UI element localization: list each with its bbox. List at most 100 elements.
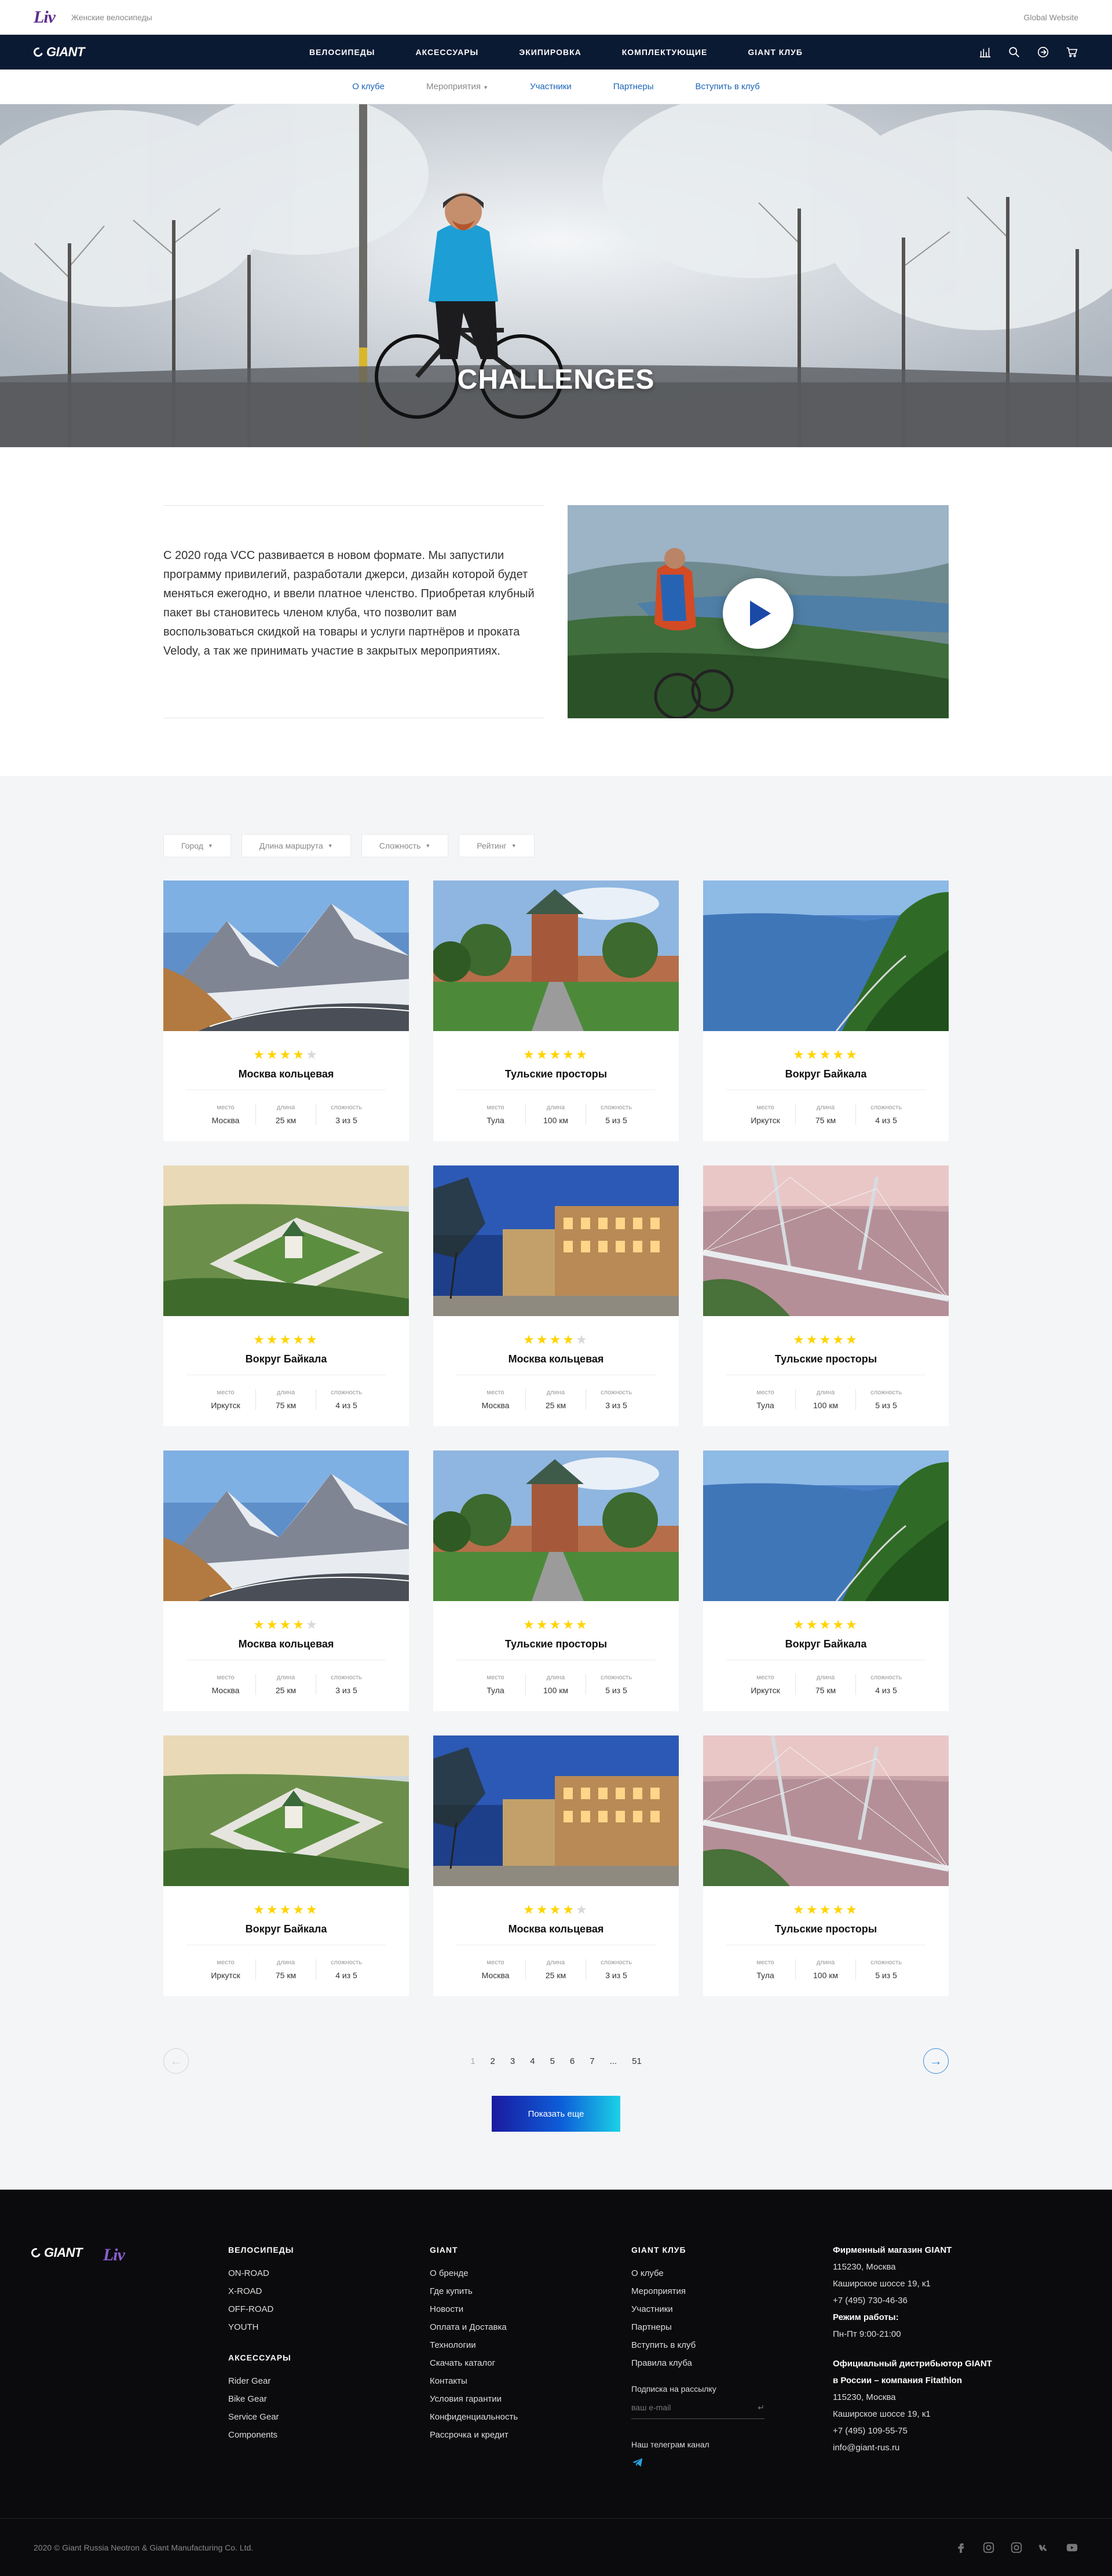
- challenge-image-lake[interactable]: [703, 880, 949, 1031]
- footer-link[interactable]: YOUTH: [228, 2322, 430, 2332]
- store-phone[interactable]: +7 (495) 730-46-36: [833, 2296, 1024, 2305]
- footer-link[interactable]: Мероприятия: [631, 2286, 833, 2296]
- instagram-icon[interactable]: [982, 2541, 995, 2554]
- telegram-icon[interactable]: [631, 2456, 833, 2472]
- footer-link[interactable]: OFF-ROAD: [228, 2304, 430, 2314]
- nav-item-equipment[interactable]: ЭКИПИРОВКА: [519, 47, 581, 57]
- nav-item-accessories[interactable]: АКСЕССУАРЫ: [415, 47, 478, 57]
- challenge-card[interactable]: ★★★★★ Тульские просторы место Тула длина 100 …: [433, 1450, 679, 1711]
- challenge-card[interactable]: ★★★★★ Москва кольцевая место Москва длина 25 …: [163, 880, 409, 1141]
- challenge-title[interactable]: Вокруг Байкала: [703, 1068, 949, 1080]
- email-field[interactable]: ваш e-mail ↵: [631, 2403, 765, 2419]
- page-number[interactable]: 5: [550, 2056, 555, 2066]
- footer-link[interactable]: Скачать каталог: [430, 2358, 631, 2368]
- page-number[interactable]: 2: [491, 2056, 495, 2066]
- challenge-image-city[interactable]: [433, 1735, 679, 1886]
- challenge-title[interactable]: Тульские просторы: [703, 1923, 949, 1935]
- footer-link[interactable]: Условия гарантии: [430, 2394, 631, 2404]
- giant-logo[interactable]: GIANT: [32, 45, 85, 60]
- filter-length[interactable]: Длина маршрута ▼: [241, 834, 351, 857]
- challenge-title[interactable]: Тульские просторы: [433, 1068, 679, 1080]
- footer-link[interactable]: ON-ROAD: [228, 2268, 430, 2278]
- page-number[interactable]: 1: [470, 2056, 475, 2066]
- footer-link[interactable]: Рассрочка и кредит: [430, 2430, 631, 2440]
- challenge-card[interactable]: ★★★★★ Вокруг Байкала место Иркутск длина 75 к…: [703, 880, 949, 1141]
- cart-icon[interactable]: [1066, 46, 1078, 59]
- footer-link[interactable]: Контакты: [430, 2376, 631, 2386]
- challenge-image-kremlin[interactable]: [433, 880, 679, 1031]
- challenge-title[interactable]: Тульские просторы: [703, 1353, 949, 1365]
- enter-icon[interactable]: ↵: [758, 2403, 765, 2413]
- instagram-liv-icon[interactable]: [1010, 2541, 1023, 2554]
- distributor-email[interactable]: info@giant-rus.ru: [833, 2443, 1024, 2453]
- next-page-button[interactable]: →: [923, 2048, 949, 2074]
- filter-rating[interactable]: Рейтинг ▼: [459, 834, 535, 857]
- page-number[interactable]: 6: [570, 2056, 575, 2066]
- women-bikes-link[interactable]: Женские велосипеды: [71, 13, 152, 22]
- prev-page-button[interactable]: ←: [163, 2048, 189, 2074]
- challenge-title[interactable]: Вокруг Байкала: [163, 1353, 409, 1365]
- page-number[interactable]: 7: [590, 2056, 594, 2066]
- footer-link[interactable]: Оплата и Доставка: [430, 2322, 631, 2332]
- footer-liv-logo[interactable]: Liv: [103, 2245, 125, 2265]
- challenge-image-city[interactable]: [433, 1165, 679, 1316]
- challenge-title[interactable]: Москва кольцевая: [163, 1638, 409, 1650]
- challenge-card[interactable]: ★★★★★ Москва кольцевая место Москва длина 25 …: [433, 1165, 679, 1426]
- challenge-card[interactable]: ★★★★★ Вокруг Байкала место Иркутск длина 75 к…: [163, 1735, 409, 1996]
- challenge-image-kremlin[interactable]: [433, 1450, 679, 1601]
- page-number[interactable]: 4: [530, 2056, 535, 2066]
- play-button[interactable]: [723, 578, 793, 649]
- challenge-card[interactable]: ★★★★★ Тульские просторы место Тула длина 100 …: [433, 880, 679, 1141]
- subnav-partners[interactable]: Партнеры: [613, 82, 654, 92]
- footer-link[interactable]: Bike Gear: [228, 2394, 430, 2404]
- challenge-image-bridge[interactable]: [703, 1735, 949, 1886]
- footer-giant-logo[interactable]: GIANT: [30, 2245, 82, 2260]
- subnav-about[interactable]: О клубе: [352, 82, 385, 92]
- challenge-card[interactable]: ★★★★★ Вокруг Байкала место Иркутск длина 75 к…: [163, 1165, 409, 1426]
- footer-link[interactable]: Rider Gear: [228, 2376, 430, 2386]
- challenge-image-lake[interactable]: [703, 1450, 949, 1601]
- footer-link[interactable]: Components: [228, 2430, 430, 2440]
- page-number[interactable]: 51: [632, 2056, 642, 2066]
- footer-link[interactable]: Технологии: [430, 2340, 631, 2350]
- vk-icon[interactable]: [1038, 2541, 1051, 2554]
- footer-link[interactable]: Новости: [430, 2304, 631, 2314]
- footer-link[interactable]: Партнеры: [631, 2322, 833, 2332]
- challenge-title[interactable]: Москва кольцевая: [433, 1923, 679, 1935]
- nav-item-bikes[interactable]: ВЕЛОСИПЕДЫ: [309, 47, 375, 57]
- liv-logo[interactable]: Liv: [34, 8, 56, 27]
- subnav-events[interactable]: Мероприятия ▼: [426, 82, 488, 92]
- challenge-image-bridge[interactable]: [703, 1165, 949, 1316]
- footer-link[interactable]: Вступить в клуб: [631, 2340, 833, 2350]
- challenge-card[interactable]: ★★★★★ Вокруг Байкала место Иркутск длина 75 к…: [703, 1450, 949, 1711]
- nav-item-club[interactable]: GIANT КЛУБ: [748, 47, 803, 57]
- global-website-link[interactable]: Global Website: [1023, 13, 1078, 22]
- challenge-card[interactable]: ★★★★★ Тульские просторы место Тула длина 100 …: [703, 1165, 949, 1426]
- footer-link[interactable]: X-ROAD: [228, 2286, 430, 2296]
- challenge-title[interactable]: Москва кольцевая: [163, 1068, 409, 1080]
- nav-item-components[interactable]: КОМПЛЕКТУЮЩИЕ: [622, 47, 708, 57]
- filter-difficulty[interactable]: Сложность ▼: [361, 834, 449, 857]
- challenge-title[interactable]: Москва кольцевая: [433, 1353, 679, 1365]
- footer-link[interactable]: О клубе: [631, 2268, 833, 2278]
- filter-city[interactable]: Город ▼: [163, 834, 231, 857]
- subnav-join[interactable]: Вступить в клуб: [696, 82, 760, 92]
- challenge-image-mountain[interactable]: [163, 880, 409, 1031]
- login-icon[interactable]: [1037, 46, 1049, 59]
- footer-link[interactable]: Правила клуба: [631, 2358, 833, 2368]
- challenge-card[interactable]: ★★★★★ Москва кольцевая место Москва длина 25 …: [433, 1735, 679, 1996]
- footer-link[interactable]: Service Gear: [228, 2412, 430, 2422]
- compare-icon[interactable]: [979, 46, 992, 59]
- youtube-icon[interactable]: [1066, 2541, 1078, 2554]
- challenge-image-mountain[interactable]: [163, 1450, 409, 1601]
- about-video[interactable]: [568, 505, 949, 718]
- show-more-button[interactable]: Показать еще: [492, 2096, 620, 2132]
- challenge-title[interactable]: Вокруг Байкала: [703, 1638, 949, 1650]
- page-number[interactable]: 3: [510, 2056, 515, 2066]
- facebook-icon[interactable]: [954, 2541, 967, 2554]
- footer-link[interactable]: О бренде: [430, 2268, 631, 2278]
- footer-link[interactable]: Конфиденциальность: [430, 2412, 631, 2422]
- challenge-image-monastery[interactable]: [163, 1735, 409, 1886]
- subnav-members[interactable]: Участники: [530, 82, 572, 92]
- challenge-title[interactable]: Вокруг Байкала: [163, 1923, 409, 1935]
